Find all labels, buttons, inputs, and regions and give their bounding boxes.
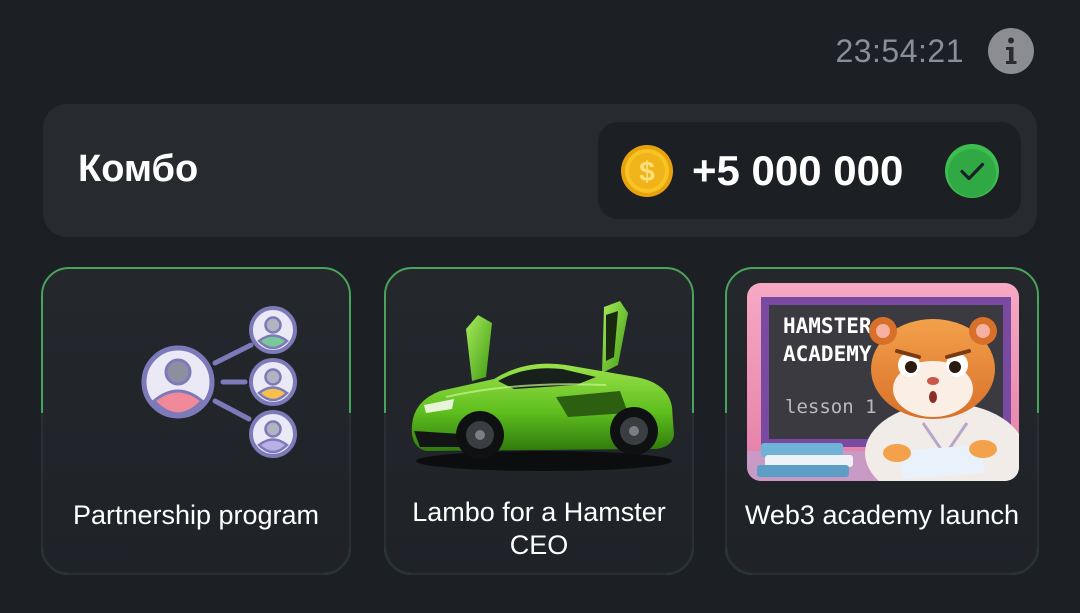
combo-title: Комбо bbox=[78, 148, 199, 190]
info-glyph-icon bbox=[1006, 37, 1017, 64]
combo-screen: 23:54:21 Комбо $ +5 000 000 Partnership … bbox=[0, 0, 1080, 613]
top-bar: 23:54:21 bbox=[835, 28, 1034, 74]
combo-reward: $ +5 000 000 bbox=[598, 122, 1021, 219]
card-label: Lambo for a Hamster CEO bbox=[412, 497, 666, 560]
board-text-line-1: HAMSTER bbox=[783, 314, 872, 338]
countdown-timer: 23:54:21 bbox=[835, 32, 964, 69]
combo-panel: Комбо $ +5 000 000 bbox=[43, 104, 1037, 237]
card-lambo-for-a-hamster-ceo[interactable]: Lambo for a Hamster CEO bbox=[384, 267, 694, 575]
card-label: Web3 academy launch bbox=[744, 500, 1020, 530]
board-text-line-3: lesson 1 bbox=[785, 396, 877, 418]
hamster-academy-image: HAMSTER ACADEMY lesson 1 bbox=[747, 283, 1019, 481]
card-label: Partnership program bbox=[72, 500, 320, 530]
card-partnership-program[interactable]: Partnership program bbox=[41, 267, 351, 575]
reward-amount: +5 000 000 bbox=[692, 146, 904, 194]
check-icon bbox=[945, 143, 999, 198]
card-web3-academy-launch[interactable]: HAMSTER ACADEMY lesson 1 Web3 academy la… bbox=[725, 267, 1039, 575]
svg-text:$: $ bbox=[639, 156, 655, 187]
info-icon[interactable] bbox=[988, 28, 1034, 74]
combo-cards: Partnership program Lambo for a Hamster … bbox=[41, 267, 1041, 579]
green-sports-car-image bbox=[411, 301, 674, 471]
coin-icon: $ bbox=[621, 144, 673, 197]
board-text-line-2: ACADEMY bbox=[783, 342, 872, 366]
partnership-network-icon bbox=[141, 306, 297, 458]
